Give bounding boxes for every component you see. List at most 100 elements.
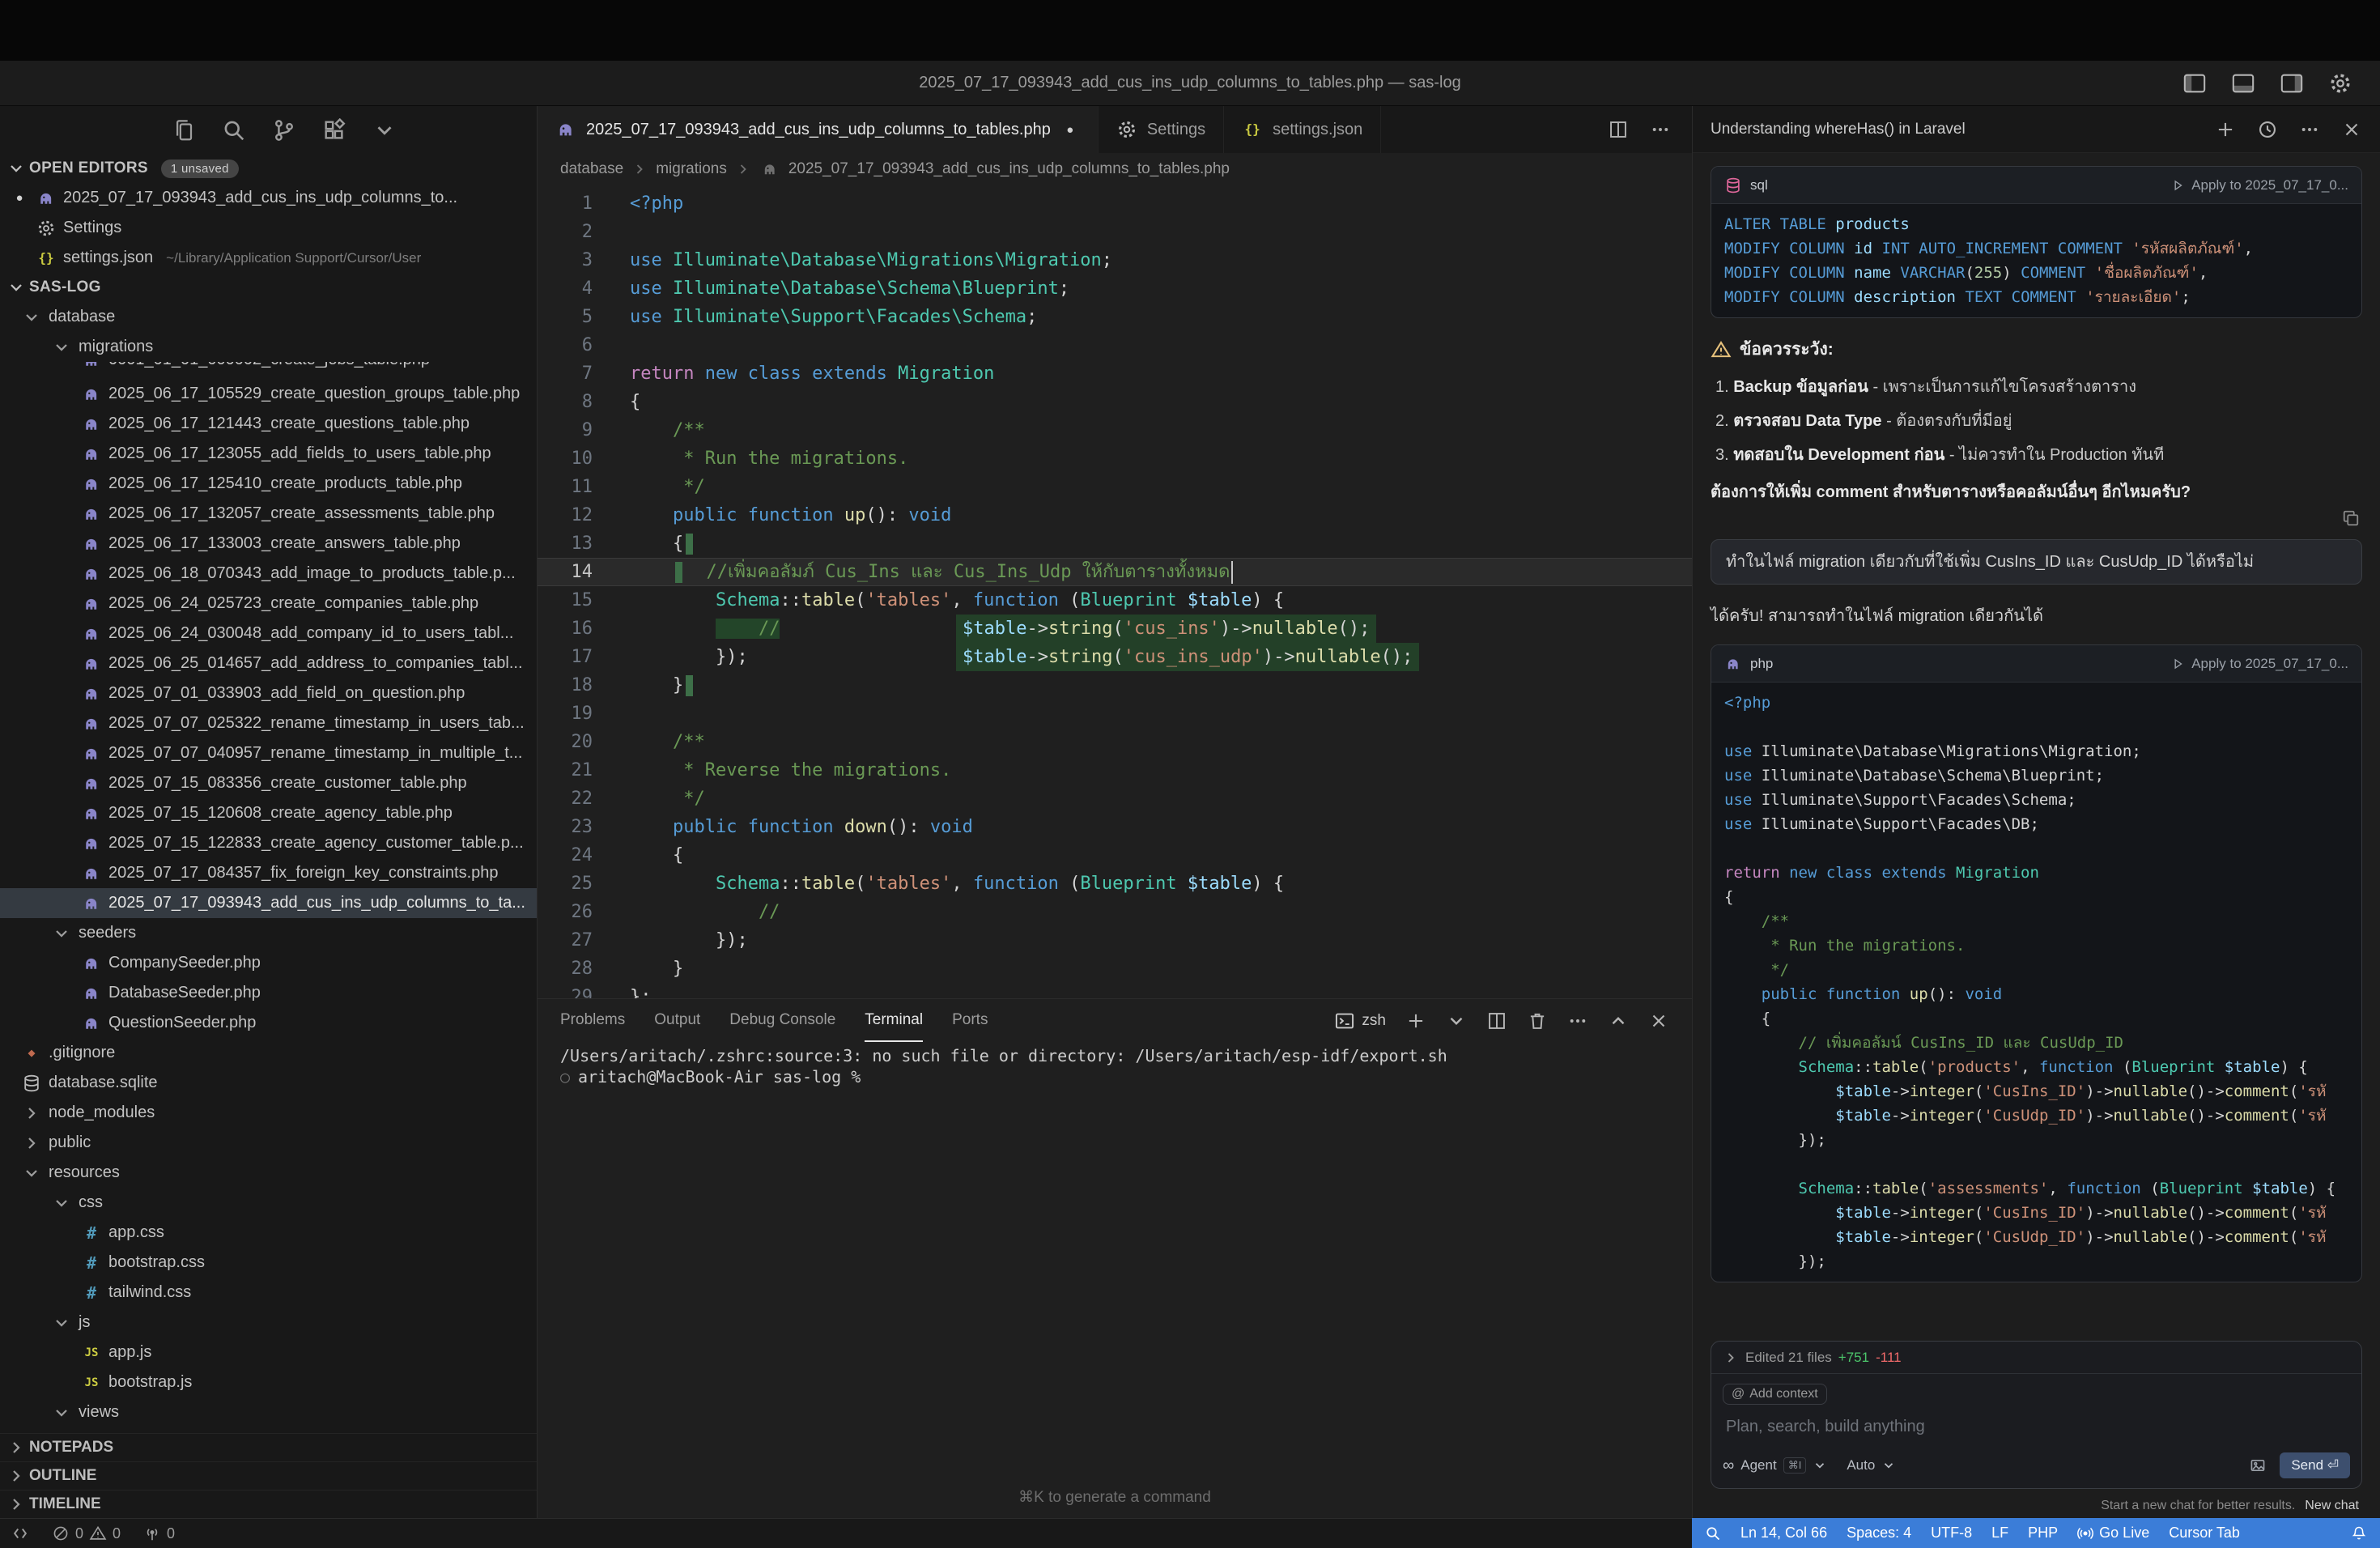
split-terminal-icon[interactable] — [1486, 1010, 1507, 1031]
tree-folder[interactable]: css — [0, 1188, 537, 1218]
tree-folder[interactable]: migrations — [0, 332, 537, 362]
remote-indicator-icon[interactable] — [11, 1525, 29, 1542]
notifications-bell-icon[interactable] — [2351, 1525, 2367, 1542]
code-line[interactable]: 4use Illuminate\Database\Schema\Blueprin… — [538, 274, 1692, 303]
send-button[interactable]: Send ⏎ — [2280, 1452, 2350, 1478]
explorer-icon[interactable] — [172, 118, 196, 142]
toggle-primary-sidebar-icon[interactable] — [2182, 71, 2207, 96]
chat-history-icon[interactable] — [2257, 119, 2278, 140]
new-chat-icon[interactable] — [2215, 119, 2236, 140]
code-line[interactable]: 3use Illuminate\Database\Migrations\Migr… — [538, 246, 1692, 274]
tree-file[interactable]: 2025_07_15_083356_create_customer_table.… — [0, 768, 537, 798]
close-panel-icon[interactable] — [1648, 1010, 1669, 1031]
tree-file[interactable]: database.sqlite — [0, 1068, 537, 1098]
terminal-instance[interactable]: zsh — [1334, 1010, 1386, 1031]
tree-file[interactable]: 2025_06_17_121443_create_questions_table… — [0, 409, 537, 439]
code-line[interactable]: 9 /** — [538, 416, 1692, 444]
tree-file[interactable]: 2025_06_17_125410_create_products_table.… — [0, 469, 537, 499]
tree-file[interactable]: 2025_07_17_084357_fix_foreign_key_constr… — [0, 858, 537, 888]
panel-more-icon[interactable] — [1567, 1010, 1588, 1031]
copy-icon[interactable] — [2341, 508, 2361, 528]
maximize-panel-icon[interactable] — [1608, 1010, 1629, 1031]
tree-file[interactable]: 2025_07_01_033903_add_field_on_question.… — [0, 678, 537, 708]
tree-folder[interactable]: seeders — [0, 918, 537, 948]
tree-folder[interactable]: js — [0, 1308, 537, 1337]
tree-file[interactable]: 2025_06_18_070343_add_image_to_products_… — [0, 559, 537, 589]
panel-tab-terminal[interactable]: Terminal — [865, 999, 923, 1042]
cursor-position[interactable]: Ln 14, Col 66 — [1740, 1525, 1827, 1542]
code-line[interactable]: 23 public function down(): void — [538, 813, 1692, 841]
breadcrumb-item[interactable]: database — [560, 160, 623, 178]
code-line[interactable]: 10 * Run the migrations. — [538, 444, 1692, 473]
chat-more-icon[interactable] — [2299, 119, 2320, 140]
tree-file[interactable]: CompanySeeder.php — [0, 948, 537, 978]
sidebar-section-notepads[interactable]: NOTEPADS — [0, 1433, 537, 1461]
encoding[interactable]: UTF-8 — [1931, 1525, 1972, 1542]
tree-file[interactable]: JSapp.js — [0, 1337, 537, 1367]
language-mode[interactable]: PHP — [2028, 1525, 2058, 1542]
breadcrumb-item[interactable]: migrations — [656, 160, 727, 178]
project-root-header[interactable]: SAS-LOG — [0, 273, 537, 302]
editor-tab[interactable]: Settings — [1099, 106, 1224, 153]
tree-folder[interactable]: resources — [0, 1158, 537, 1188]
code-line[interactable]: 16 //$table->string('cus_ins')->nullable… — [538, 615, 1692, 643]
panel-tab-problems[interactable]: Problems — [560, 999, 625, 1042]
more-views-icon[interactable] — [372, 118, 397, 142]
code-line[interactable]: 8{ — [538, 388, 1692, 416]
problems-indicator[interactable]: 0 0 — [52, 1525, 121, 1542]
apply-button[interactable]: Apply to 2025_07_17_0... — [2170, 656, 2348, 672]
tree-file[interactable]: 2025_06_17_105529_create_question_groups… — [0, 379, 537, 409]
tree-file[interactable]: 2025_07_15_120608_create_agency_table.ph… — [0, 798, 537, 828]
tree-file[interactable]: #bootstrap.css — [0, 1248, 537, 1278]
add-context-chip[interactable]: @ Add context — [1723, 1384, 1827, 1405]
code-line[interactable]: 11 */ — [538, 473, 1692, 501]
code-line[interactable]: 15 Schema::table('tables', function (Blu… — [538, 586, 1692, 615]
code-line[interactable]: 26 // — [538, 898, 1692, 926]
attach-image-icon[interactable] — [2249, 1457, 2267, 1474]
new-chat-link[interactable]: New chat — [2305, 1499, 2359, 1513]
code-line[interactable]: 6 — [538, 331, 1692, 359]
extensions-icon[interactable] — [322, 118, 346, 142]
code-line[interactable]: 22 */ — [538, 785, 1692, 813]
panel-tab-ports[interactable]: Ports — [952, 999, 988, 1042]
code-line[interactable]: 20 /** — [538, 728, 1692, 756]
tree-file[interactable]: JSbootstrap.js — [0, 1367, 537, 1397]
code-line[interactable]: 21 * Reverse the migrations. — [538, 756, 1692, 785]
terminal-output[interactable]: /Users/aritach/.zshrc:source:3: no such … — [538, 1042, 1692, 1087]
open-editor-item[interactable]: Settings — [0, 213, 537, 243]
code-line[interactable]: 17 });$table->string('cus_ins_udp')->nul… — [538, 643, 1692, 671]
editor-tab[interactable]: {}settings.json — [1224, 106, 1381, 153]
breadcrumb-file[interactable]: 2025_07_17_093943_add_cus_ins_udp_column… — [788, 160, 1230, 178]
cursor-tab[interactable]: Cursor Tab — [2169, 1525, 2240, 1542]
tree-folder[interactable]: database — [0, 302, 537, 332]
code-line[interactable]: 12 public function up(): void — [538, 501, 1692, 529]
code-line[interactable]: 29}; — [538, 983, 1692, 998]
editor-tab[interactable]: 2025_07_17_093943_add_cus_ins_udp_column… — [538, 106, 1099, 153]
panel-tab-debug-console[interactable]: Debug Console — [729, 999, 835, 1042]
sidebar-section-timeline[interactable]: TIMELINE — [0, 1490, 537, 1518]
toggle-panel-icon[interactable] — [2231, 71, 2255, 96]
code-line[interactable]: 2 — [538, 218, 1692, 246]
tree-file[interactable]: 2025_06_24_030048_add_company_id_to_user… — [0, 619, 537, 649]
code-line[interactable]: 1<?php — [538, 189, 1692, 218]
ports-indicator[interactable]: 0 — [143, 1525, 175, 1542]
tree-folder[interactable]: node_modules — [0, 1098, 537, 1128]
sidebar-section-outline[interactable]: OUTLINE — [0, 1461, 537, 1490]
source-control-icon[interactable] — [272, 118, 296, 142]
code-line[interactable]: 25 Schema::table('tables', function (Blu… — [538, 870, 1692, 898]
code-editor[interactable]: 1<?php23use Illuminate\Database\Migratio… — [538, 185, 1692, 998]
tree-file[interactable]: DatabaseSeeder.php — [0, 978, 537, 1008]
tree-folder[interactable]: public — [0, 1128, 537, 1158]
code-line[interactable]: 13 { — [538, 529, 1692, 558]
code-line[interactable]: 18 } — [538, 671, 1692, 700]
tree-file[interactable]: 2025_07_15_122833_create_agency_customer… — [0, 828, 537, 858]
code-line[interactable]: 19 — [538, 700, 1692, 728]
apply-button[interactable]: Apply to 2025_07_17_0... — [2170, 177, 2348, 194]
close-chat-icon[interactable] — [2341, 119, 2362, 140]
tree-file[interactable]: #app.css — [0, 1218, 537, 1248]
tree-file[interactable]: QuestionSeeder.php — [0, 1008, 537, 1038]
tree-file[interactable]: 2025_06_25_014657_add_address_to_compani… — [0, 649, 537, 678]
code-line[interactable]: 7return new class extends Migration — [538, 359, 1692, 388]
tree-file[interactable]: 2025_07_17_093943_add_cus_ins_udp_column… — [0, 888, 537, 918]
tree-file[interactable]: 2025_07_07_040957_rename_timestamp_in_mu… — [0, 738, 537, 768]
